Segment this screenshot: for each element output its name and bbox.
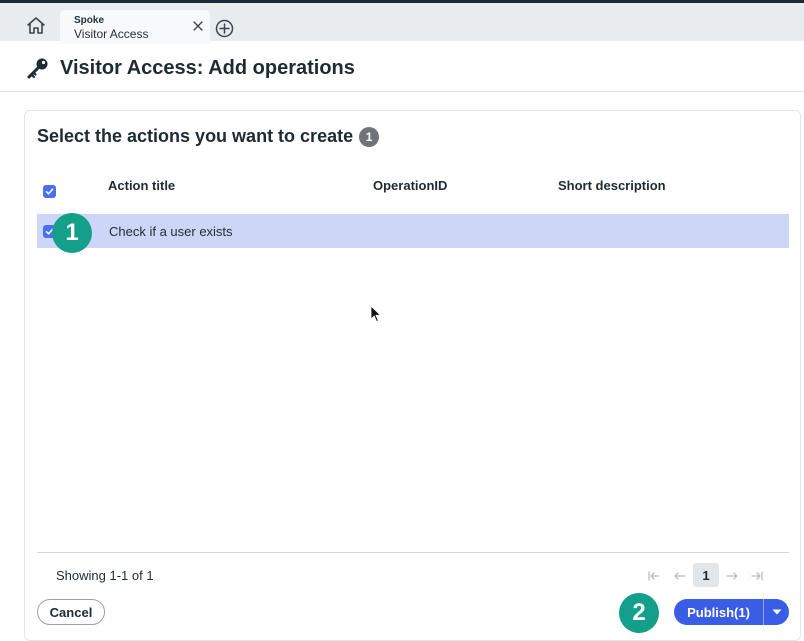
- selected-count-badge: 1: [359, 126, 380, 147]
- tab-close-button[interactable]: [191, 19, 205, 33]
- last-page-icon: [751, 571, 763, 581]
- close-icon: [193, 21, 203, 31]
- card-title: Select the actions you want to create 1: [37, 126, 380, 147]
- publish-button[interactable]: Publish(1): [674, 599, 763, 625]
- tab-visitor-access[interactable]: Spoke Visitor Access: [60, 10, 210, 44]
- prev-page-icon: [674, 572, 686, 580]
- pagination-summary: Showing 1-1 of 1: [56, 568, 154, 583]
- publish-options-button[interactable]: [763, 599, 789, 625]
- add-tab-button[interactable]: [214, 18, 234, 38]
- select-all-checkbox[interactable]: [43, 185, 56, 198]
- page-header: Visitor Access: Add operations: [0, 41, 804, 92]
- card-title-text: Select the actions you want to create: [37, 126, 354, 146]
- operations-card: Select the actions you want to create 1 …: [24, 110, 801, 641]
- home-button[interactable]: [24, 14, 48, 36]
- key-icon: [27, 58, 48, 79]
- column-header-short-description[interactable]: Short description: [558, 178, 666, 193]
- column-header-operation-id[interactable]: OperationID: [373, 178, 447, 193]
- last-page-button[interactable]: [746, 565, 768, 587]
- mouse-cursor-icon: [370, 305, 382, 323]
- table-footer-divider: [37, 552, 789, 553]
- cancel-button[interactable]: Cancel: [37, 599, 105, 625]
- publish-split-button: Publish(1): [674, 599, 789, 625]
- current-page-button[interactable]: 1: [693, 563, 719, 587]
- step-marker-1: 1: [52, 213, 92, 253]
- add-tab-icon: [215, 19, 233, 37]
- prev-page-button[interactable]: [669, 565, 691, 587]
- column-header-action-title[interactable]: Action title: [108, 178, 175, 193]
- first-page-icon: [648, 571, 660, 581]
- tab-kicker: Spoke: [74, 15, 105, 26]
- tab-label: Visitor Access: [74, 27, 149, 41]
- table-row[interactable]: Check if a user exists: [37, 214, 789, 248]
- caret-down-icon: [772, 609, 781, 615]
- page-title: Visitor Access: Add operations: [60, 57, 355, 79]
- tab-bar: Spoke Visitor Access: [0, 0, 804, 44]
- row-action-title: Check if a user exists: [109, 224, 233, 239]
- next-page-icon: [726, 572, 738, 580]
- first-page-button[interactable]: [643, 565, 665, 587]
- next-page-button[interactable]: [721, 565, 743, 587]
- check-icon: [45, 188, 54, 195]
- home-icon: [27, 16, 45, 34]
- step-marker-2: 2: [619, 593, 659, 633]
